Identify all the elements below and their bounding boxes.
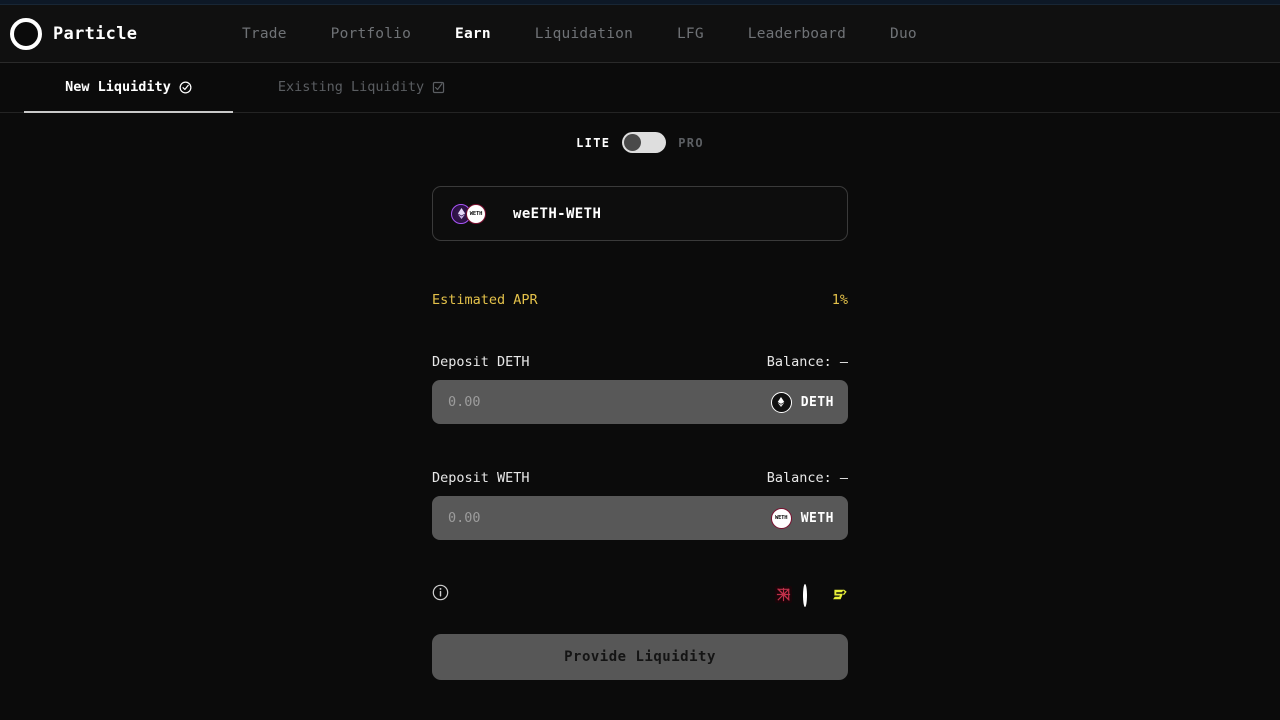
check-circle-icon (179, 81, 192, 94)
deposit-deth-input-row[interactable]: DETH (432, 380, 848, 424)
deposit-deth-label: Deposit DETH (432, 354, 530, 370)
particle-ring-icon[interactable] (803, 583, 820, 607)
nav-item-duo[interactable]: Duo (868, 20, 939, 48)
deposit-weth-symbol: WETH (800, 510, 834, 526)
protocol-icons (775, 583, 848, 607)
mode-switch-row: LITE PRO (0, 132, 1280, 153)
liquidity-card: WETH weETH-WETH Estimated APR 1% Deposit… (432, 153, 848, 680)
nav-item-trade[interactable]: Trade (220, 20, 309, 48)
mode-label-pro: PRO (678, 135, 704, 150)
estimated-apr-value: 1% (831, 292, 848, 308)
deposit-deth-balance: Balance: – (766, 354, 848, 370)
app-header: Particle Trade Portfolio Earn Liquidatio… (0, 5, 1280, 63)
info-circle-icon[interactable] (432, 584, 449, 605)
estimated-apr-label: Estimated APR (432, 292, 538, 308)
provide-liquidity-button[interactable]: Provide Liquidity (432, 634, 848, 680)
nav-item-leaderboard[interactable]: Leaderboard (726, 20, 868, 48)
nav-item-lfg[interactable]: LFG (655, 20, 726, 48)
deposit-weth-balance: Balance: – (766, 470, 848, 486)
mode-label-lite: LITE (576, 135, 611, 150)
particle-ring-logo-icon (10, 17, 42, 50)
deposit-weth-head: Deposit WETH Balance: – (432, 470, 848, 486)
liquidity-tabs: New Liquidity Existing Liquidity (0, 63, 1280, 113)
main-nav: Trade Portfolio Earn Liquidation LFG Lea… (220, 20, 939, 48)
meta-row (432, 583, 848, 607)
estimated-apr-row: Estimated APR 1% (432, 292, 848, 308)
deposit-deth-block: Deposit DETH Balance: – DETH (432, 354, 848, 424)
deposit-weth-token[interactable]: WETH WETH (770, 507, 834, 529)
tab-existing-liquidity[interactable]: Existing Liquidity (257, 63, 466, 113)
deposit-deth-input[interactable] (448, 394, 771, 410)
pair-selector[interactable]: WETH weETH-WETH (432, 186, 848, 241)
weth-token-icon: WETH (770, 507, 792, 529)
deposit-weth-input-row[interactable]: WETH WETH (432, 496, 848, 540)
crossed-square-icon[interactable] (775, 585, 792, 603)
deposit-deth-head: Deposit DETH Balance: – (432, 354, 848, 370)
check-square-icon (432, 81, 445, 94)
deth-token-icon (770, 391, 792, 413)
pair-name: weETH-WETH (513, 205, 602, 222)
deposit-weth-input[interactable] (448, 510, 771, 526)
nav-item-earn[interactable]: Earn (433, 20, 513, 48)
blast-b-icon[interactable] (831, 586, 848, 603)
lite-pro-toggle[interactable] (622, 132, 667, 153)
deposit-weth-label: Deposit WETH (432, 470, 530, 486)
deposit-weth-block: Deposit WETH Balance: – WETH WETH (432, 470, 848, 540)
brand[interactable]: Particle (10, 17, 220, 50)
nav-item-portfolio[interactable]: Portfolio (309, 20, 433, 48)
deposit-deth-symbol: DETH (800, 394, 834, 410)
brand-name: Particle (53, 23, 138, 44)
toggle-knob (624, 134, 642, 151)
weth-token-icon: WETH (466, 203, 486, 224)
tab-new-liquidity[interactable]: New Liquidity (24, 63, 233, 113)
tab-new-liquidity-label: New Liquidity (65, 79, 171, 95)
nav-item-liquidation[interactable]: Liquidation (513, 20, 655, 48)
pair-icons: WETH (451, 203, 513, 224)
tab-existing-liquidity-label: Existing Liquidity (277, 79, 425, 95)
earn-main: LITE PRO WETH weETH-WETH Estimated APR 1… (0, 132, 1280, 680)
deposit-deth-token[interactable]: DETH (770, 391, 834, 413)
